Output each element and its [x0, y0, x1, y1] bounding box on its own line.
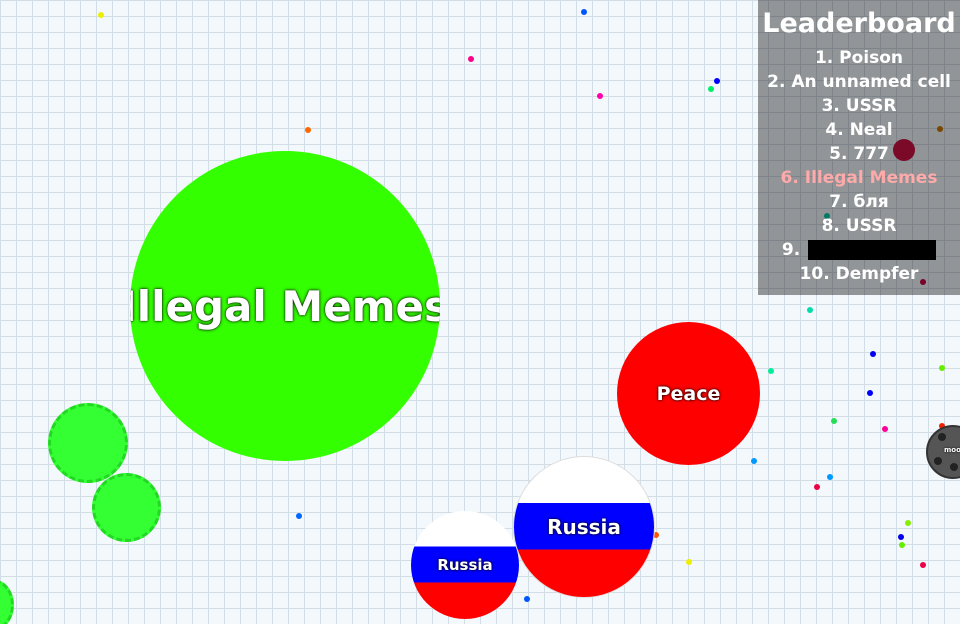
food-pellet	[870, 351, 876, 357]
leaderboard-row: 1. Poison	[758, 46, 960, 70]
leaderboard-row: 9.	[758, 238, 960, 262]
enemy-cell-name: Peace	[656, 382, 721, 405]
food-pellet	[814, 484, 820, 490]
cell-skin-dot	[938, 433, 946, 441]
food-pellet	[468, 56, 474, 62]
food-pellet	[98, 12, 104, 18]
food-pellet	[899, 542, 905, 548]
leaderboard-title: Leaderboard	[762, 8, 956, 39]
cell-skin-dot	[950, 463, 958, 471]
leaderboard-rank: 10.	[799, 264, 830, 284]
enemy-cell-edge: moon	[926, 425, 960, 479]
leaderboard-rank: 2.	[767, 72, 786, 92]
food-pellet	[807, 307, 813, 313]
leaderboard-rank: 8.	[821, 216, 840, 236]
leaderboard-row: 5. 777	[758, 142, 960, 166]
leaderboard-row: 8. USSR	[758, 214, 960, 238]
player-cell: Illegal Memes	[130, 151, 440, 461]
leaderboard-name: бля	[853, 192, 889, 212]
virus	[48, 403, 128, 483]
game-canvas[interactable]: Illegal Memes Peace Russia Russia moon L…	[0, 0, 960, 624]
leaderboard-row: 3. USSR	[758, 94, 960, 118]
leaderboard-rank: 1.	[814, 48, 834, 68]
food-pellet	[597, 93, 603, 99]
virus	[92, 473, 161, 542]
food-pellet	[920, 562, 926, 568]
food-pellet	[939, 365, 945, 371]
food-pellet	[714, 78, 720, 84]
leaderboard-panel: Leaderboard 1. Poison 2. An unnamed cell…	[758, 0, 960, 295]
leaderboard-name: USSR	[845, 216, 897, 236]
food-pellet	[686, 559, 692, 565]
virus	[0, 580, 14, 624]
food-pellet	[581, 9, 587, 15]
enemy-cell-russia-large: Russia	[513, 456, 655, 598]
enemy-cell-name: moon	[944, 446, 960, 454]
food-pellet	[751, 458, 757, 464]
leaderboard-rank: 3.	[821, 96, 840, 116]
leaderboard-rank: 7.	[829, 192, 848, 212]
leaderboard-rank: 6.	[780, 168, 799, 188]
leaderboard-name: Poison	[839, 48, 904, 68]
enemy-cell-russia-small: Russia	[411, 511, 519, 619]
food-pellet	[305, 127, 311, 133]
enemy-cell-name: Russia	[437, 556, 493, 574]
food-pellet	[831, 418, 837, 424]
redacted-name-bar	[808, 240, 937, 260]
leaderboard-rank: 9.	[781, 240, 801, 260]
leaderboard-rank: 4.	[825, 120, 844, 140]
leaderboard-name: Dempfer	[835, 264, 919, 284]
food-pellet	[827, 474, 833, 480]
food-pellet	[882, 426, 888, 432]
food-pellet	[708, 86, 714, 92]
player-cell-name: Illegal Memes	[130, 281, 440, 331]
leaderboard-name: Neal	[849, 120, 893, 140]
leaderboard-row: 4. Neal	[758, 118, 960, 142]
leaderboard-row-self: 6. Illegal Memes	[758, 166, 960, 190]
leaderboard-row: 10. Dempfer	[758, 262, 960, 286]
leaderboard-rank: 5.	[829, 144, 848, 164]
leaderboard-name: USSR	[845, 96, 897, 116]
enemy-cell-name: Russia	[547, 515, 621, 539]
enemy-cell-peace: Peace	[617, 322, 760, 465]
food-pellet	[905, 520, 911, 526]
leaderboard-row: 7. бля	[758, 190, 960, 214]
leaderboard-name: Illegal Memes	[804, 168, 938, 188]
food-pellet	[898, 534, 904, 540]
cell-skin-dot	[934, 457, 942, 465]
leaderboard-row: 2. An unnamed cell	[758, 70, 960, 94]
food-pellet	[768, 368, 774, 374]
leaderboard-name: An unnamed cell	[791, 72, 951, 92]
food-pellet	[296, 513, 302, 519]
leaderboard-name: 777	[853, 144, 889, 164]
food-pellet	[867, 390, 873, 396]
food-pellet	[524, 596, 530, 602]
